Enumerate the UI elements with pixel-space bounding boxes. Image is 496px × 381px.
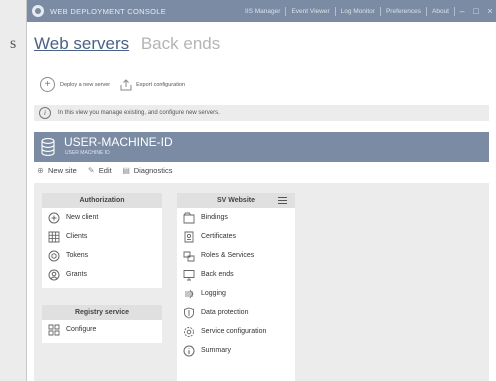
view-tabs: Web servers Back ends [34, 34, 220, 54]
action-bar: + Deploy a new server Export configurati… [40, 77, 185, 92]
maximize-button[interactable]: □ [469, 6, 483, 16]
website-item-roles-services[interactable]: Roles & Services [177, 246, 295, 265]
authorization-header: Authorization [42, 193, 162, 208]
website-item-summary[interactable]: Summary [177, 341, 295, 360]
menu-iis-manager[interactable]: IIS Manager [240, 8, 285, 15]
edit-link[interactable]: Edit [99, 166, 112, 175]
website-item-label: Summary [201, 347, 231, 354]
new-site-link[interactable]: New site [48, 166, 77, 175]
website-item-logging[interactable]: Logging [177, 284, 295, 303]
certificate-icon [183, 231, 195, 243]
authorization-item-label: Grants [66, 271, 88, 278]
export-configuration-link[interactable]: Export configuration [136, 82, 185, 88]
authorization-item-grants[interactable]: Grants [42, 265, 162, 284]
registry-item-configure[interactable]: Configure [42, 320, 162, 339]
plus-circle-icon [48, 212, 60, 224]
title-bar: WEB DEPLOYMENT CONSOLE IIS Manager Event… [27, 0, 496, 22]
info-icon [183, 345, 195, 357]
bindings-icon [183, 212, 195, 224]
sv-website-title: SV Website [217, 197, 255, 204]
shield-icon [183, 307, 195, 319]
website-item-back-ends[interactable]: Back ends [177, 265, 295, 284]
plus-circle-icon[interactable]: ⊕ [36, 166, 45, 175]
menu-about[interactable]: About [427, 8, 454, 15]
diagnostics-link[interactable]: Diagnostics [134, 166, 173, 175]
authorization-item-new-client[interactable]: New client [42, 208, 162, 227]
tab-web-servers[interactable]: Web servers [34, 34, 129, 53]
plus-circle-icon[interactable]: + [40, 77, 55, 92]
website-item-label: Service configuration [201, 328, 267, 335]
info-text: In this view you manage existing, and co… [58, 110, 220, 116]
app-window: WEB DEPLOYMENT CONSOLE IIS Manager Event… [26, 0, 496, 381]
monitor-icon [183, 269, 195, 281]
title-menu: IIS Manager Event Viewer Log Monitor Pre… [240, 6, 496, 16]
grant-icon [48, 269, 60, 281]
machine-name: USER-MACHINE-ID [64, 135, 173, 149]
authorization-item-label: Tokens [66, 252, 89, 259]
app-logo-icon [32, 5, 44, 17]
registry-header: Registry service [42, 305, 162, 320]
edit-icon[interactable]: ✎ [87, 166, 96, 175]
sv-website-card: SV Website Bindings Certificates Roles &… [177, 193, 295, 381]
grid-icon [48, 231, 60, 243]
menu-log-monitor[interactable]: Log Monitor [336, 8, 380, 15]
authorization-item-tokens[interactable]: Tokens [42, 246, 162, 265]
website-item-label: Certificates [201, 233, 237, 240]
website-item-certificates[interactable]: Certificates [177, 227, 295, 246]
hamburger-menu-icon[interactable] [278, 197, 287, 204]
configure-icon [48, 324, 60, 336]
database-icon [41, 138, 55, 156]
gear-icon [183, 326, 195, 338]
sv-website-header: SV Website [177, 193, 295, 208]
website-item-data-protection[interactable]: Data protection [177, 303, 295, 322]
roles-icon [183, 250, 195, 262]
authorization-item-clients[interactable]: Clients [42, 227, 162, 246]
tab-back-ends[interactable]: Back ends [141, 34, 220, 53]
website-item-label: Back ends [201, 271, 234, 278]
website-item-service-configuration[interactable]: Service configuration [177, 322, 295, 341]
machine-header[interactable]: USER-MACHINE-ID USER MACHINE ID [34, 132, 489, 162]
window-title: WEB DEPLOYMENT CONSOLE [50, 6, 167, 16]
menu-preferences[interactable]: Preferences [381, 8, 426, 15]
registry-item-label: Configure [66, 326, 97, 333]
machine-actions: ⊕ New site ✎ Edit ▤ Diagnostics [36, 166, 172, 175]
deploy-server-link[interactable]: Deploy a new server [60, 82, 110, 88]
background-window-fragment: s [10, 35, 17, 52]
website-item-label: Bindings [201, 214, 228, 221]
close-button[interactable]: × [483, 6, 496, 16]
website-item-label: Roles & Services [201, 252, 255, 259]
authorization-item-label: Clients [66, 233, 88, 240]
info-icon: i [39, 107, 51, 119]
minimize-button[interactable]: – [455, 6, 469, 16]
website-item-label: Logging [201, 290, 226, 297]
website-item-label: Data protection [201, 309, 249, 316]
authorization-card: Authorization New client Clients Tokens … [42, 193, 162, 288]
export-icon[interactable] [120, 78, 132, 91]
machine-subtitle: USER MACHINE ID [65, 150, 110, 156]
token-icon [48, 250, 60, 262]
logging-icon [183, 288, 195, 300]
diagnostics-icon[interactable]: ▤ [122, 166, 131, 175]
info-banner: i In this view you manage existing, and … [34, 105, 489, 121]
registry-card: Registry service Configure [42, 305, 162, 343]
content-panel: Authorization New client Clients Tokens … [34, 183, 489, 381]
website-item-bindings[interactable]: Bindings [177, 208, 295, 227]
authorization-item-label: New client [66, 214, 99, 221]
menu-event-viewer[interactable]: Event Viewer [286, 8, 334, 15]
